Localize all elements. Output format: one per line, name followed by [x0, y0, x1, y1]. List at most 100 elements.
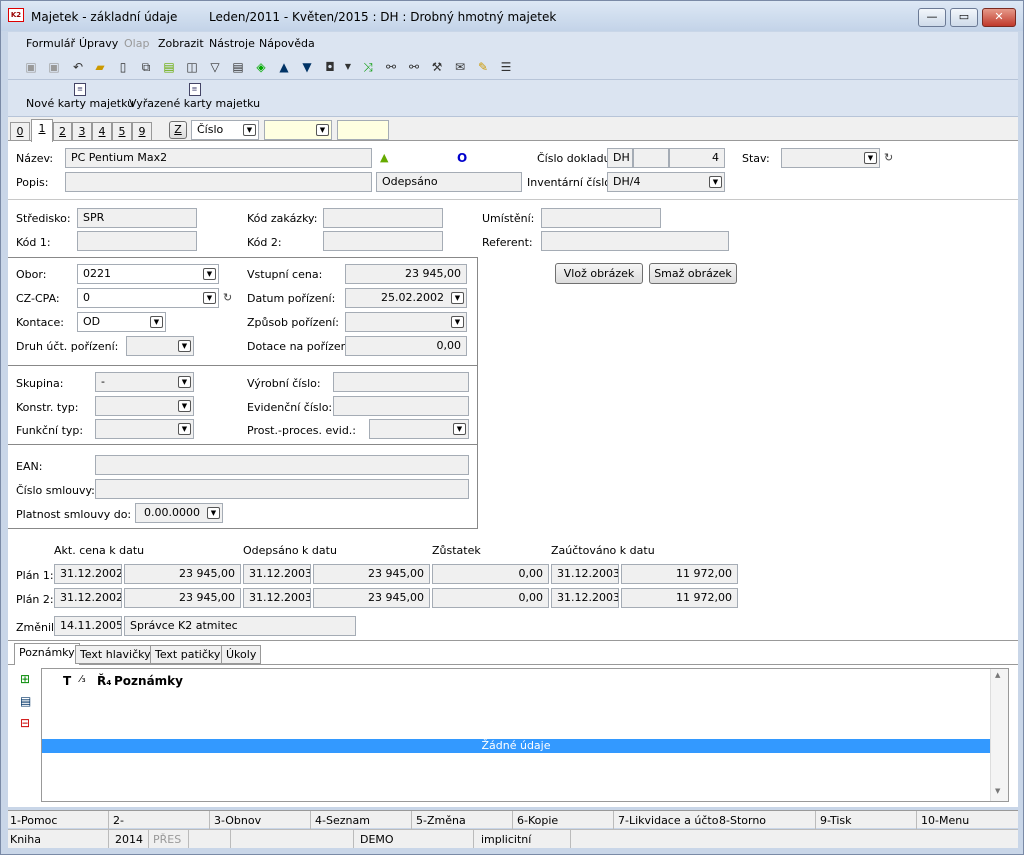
insert-image-button[interactable]: Vlož obrázek — [555, 263, 643, 284]
chevron-down-icon[interactable]: ▼ — [178, 423, 191, 435]
fkey-8[interactable]: 8-Storno — [719, 814, 766, 827]
tab-0[interactable]: 0 — [10, 122, 30, 141]
tab-3[interactable]: 3 — [72, 122, 92, 141]
arrow-down-icon[interactable]: ▼ — [299, 59, 315, 75]
fkey-7[interactable]: 7-Likvidace a účtová — [618, 814, 718, 827]
chevron-down-icon[interactable]: ▼ — [451, 316, 464, 328]
link-icon[interactable]: ⤨ — [360, 59, 376, 75]
delete-note-icon[interactable]: ⊟ — [20, 716, 30, 730]
chevron-down-icon[interactable]: ▼ — [243, 124, 256, 136]
tab-4[interactable]: 4 — [92, 122, 112, 141]
chevron-down-icon[interactable]: ▼ — [178, 376, 191, 388]
binoculars-next-icon[interactable]: ⚯ — [406, 59, 422, 75]
fkey-4[interactable]: 4-Seznam — [315, 814, 370, 827]
tab-9[interactable]: 9 — [132, 122, 152, 141]
notes-icon[interactable]: ✎ — [475, 59, 491, 75]
chevron-down-icon[interactable]: ▼ — [178, 400, 191, 412]
ean-field[interactable] — [95, 455, 469, 475]
chevron-down-icon[interactable]: ▼ — [453, 423, 466, 435]
tab-1[interactable]: 1 — [31, 119, 53, 142]
minimize-button[interactable]: — — [918, 8, 946, 27]
save-as-icon[interactable]: ▣ — [46, 59, 62, 75]
chevron-down-icon[interactable]: ▼ — [709, 176, 722, 188]
referent-field[interactable] — [541, 231, 729, 251]
quick-search-input[interactable] — [337, 120, 389, 140]
fkey-5[interactable]: 5-Změna — [416, 814, 466, 827]
notes-grid[interactable]: T ⁄₃ Ř₄ Poznámky Žádné údaje ▲ ▼ — [41, 668, 1009, 802]
filter-list-icon[interactable]: ▤ — [230, 59, 246, 75]
dotace-field[interactable]: 0,00 — [345, 336, 467, 356]
tab-text-paticky[interactable]: Text patičky — [150, 645, 226, 664]
chevron-down-icon[interactable]: ▼ — [178, 340, 191, 352]
kod-zakazky-field[interactable] — [323, 208, 443, 228]
tab-5[interactable]: 5 — [112, 122, 132, 141]
nazev-field[interactable]: PC Pentium Max2 — [65, 148, 372, 168]
col-notes-header[interactable]: Poznámky — [114, 674, 183, 688]
menu-upravy[interactable]: Úpravy — [79, 37, 118, 50]
undo-icon[interactable]: ↶ — [70, 59, 86, 75]
kod2-field[interactable] — [323, 231, 443, 251]
new-document-icon[interactable]: ▯ — [115, 59, 131, 75]
druh-select[interactable]: ▼ — [126, 336, 194, 356]
kontace-select[interactable]: OD ▼ — [77, 312, 166, 332]
chevron-down-icon[interactable]: ▼ — [451, 292, 464, 304]
tools-icon[interactable]: ⚒ — [429, 59, 445, 75]
save-icon[interactable]: ▣ — [23, 59, 39, 75]
platnost-field[interactable]: 0.00.0000 ▼ — [135, 503, 223, 523]
stack-icon[interactable]: ◈ — [253, 59, 269, 75]
copy-icon[interactable]: ⧉ — [138, 59, 154, 75]
skupina-select[interactable]: - ▼ — [95, 372, 194, 392]
cislo-dokladu-number[interactable]: 4 — [669, 148, 725, 168]
smlouva-field[interactable] — [95, 479, 469, 499]
fkey-2[interactable]: 2- — [113, 814, 124, 827]
menu-formular[interactable]: Formulář — [26, 37, 75, 50]
new-cards-button[interactable]: ≡ Nové karty majetku — [26, 83, 134, 110]
scroll-down-icon[interactable]: ▼ — [995, 787, 1000, 795]
filter-icon[interactable]: ▽ — [207, 59, 223, 75]
datum-field[interactable]: 25.02.2002 ▼ — [345, 288, 467, 308]
empty-row[interactable]: Žádné údaje — [42, 739, 990, 753]
disposed-cards-button[interactable]: ≡ Vyřazené karty majetku — [129, 83, 260, 110]
kod1-field[interactable] — [77, 231, 197, 251]
stav-select[interactable]: ▼ — [781, 148, 880, 168]
menu-lines-icon[interactable]: ☰ — [498, 59, 514, 75]
prost-select[interactable]: ▼ — [369, 419, 469, 439]
fkey-9[interactable]: 9-Tisk — [820, 814, 852, 827]
open-folder-icon[interactable]: ▰ — [92, 59, 108, 75]
menu-nastroje[interactable]: Nástroje — [209, 37, 255, 50]
chevron-down-icon[interactable]: ▼ — [203, 292, 216, 304]
camera-icon[interactable]: ◘ — [322, 59, 338, 75]
fkey-6[interactable]: 6-Kopie — [517, 814, 558, 827]
chevron-down-icon[interactable]: ▼ — [864, 152, 877, 164]
close-button[interactable]: ✕ — [982, 8, 1016, 27]
inventarni-select[interactable]: DH/4 ▼ — [607, 172, 725, 192]
fkey-3[interactable]: 3-Obnov — [214, 814, 261, 827]
grid-scrollbar[interactable]: ▲ ▼ — [990, 669, 1008, 801]
funkcni-select[interactable]: ▼ — [95, 419, 194, 439]
chevron-down-icon[interactable]: ▼ — [316, 124, 329, 136]
edit-note-icon[interactable]: ▤ — [20, 694, 31, 708]
menu-napoveda[interactable]: Nápověda — [259, 37, 315, 50]
menu-olap[interactable]: Olap — [124, 37, 149, 50]
fkey-1[interactable]: 1-Pomoc — [10, 814, 57, 827]
scroll-up-icon[interactable]: ▲ — [995, 671, 1000, 679]
delete-image-button[interactable]: Smaž obrázek — [649, 263, 737, 284]
sort-select[interactable]: Číslo ▼ — [191, 120, 259, 140]
chevron-down-icon[interactable]: ▼ — [203, 268, 216, 280]
tab-ukoly[interactable]: Úkoly — [221, 645, 262, 664]
cislo-dokladu-period[interactable] — [633, 148, 669, 168]
arrow-up-icon[interactable]: ▲ — [276, 59, 292, 75]
vyrobni-field[interactable] — [333, 372, 469, 392]
book-icon[interactable]: ◫ — [184, 59, 200, 75]
filter-select[interactable]: ▼ — [264, 120, 332, 140]
z-button[interactable]: Z — [169, 121, 187, 139]
lock-toolbar-icon[interactable]: ▤ — [161, 59, 177, 75]
tab-2[interactable]: 2 — [53, 122, 72, 141]
tab-poznamky[interactable]: Poznámky — [14, 643, 80, 665]
fkey-10[interactable]: 10-Menu — [921, 814, 969, 827]
menu-zobrazit[interactable]: Zobrazit — [158, 37, 204, 50]
add-note-icon[interactable]: ⊞ — [20, 672, 30, 686]
history-icon[interactable]: ↻ — [223, 291, 232, 304]
popis-field[interactable] — [65, 172, 372, 192]
obor-select[interactable]: 0221 ▼ — [77, 264, 219, 284]
